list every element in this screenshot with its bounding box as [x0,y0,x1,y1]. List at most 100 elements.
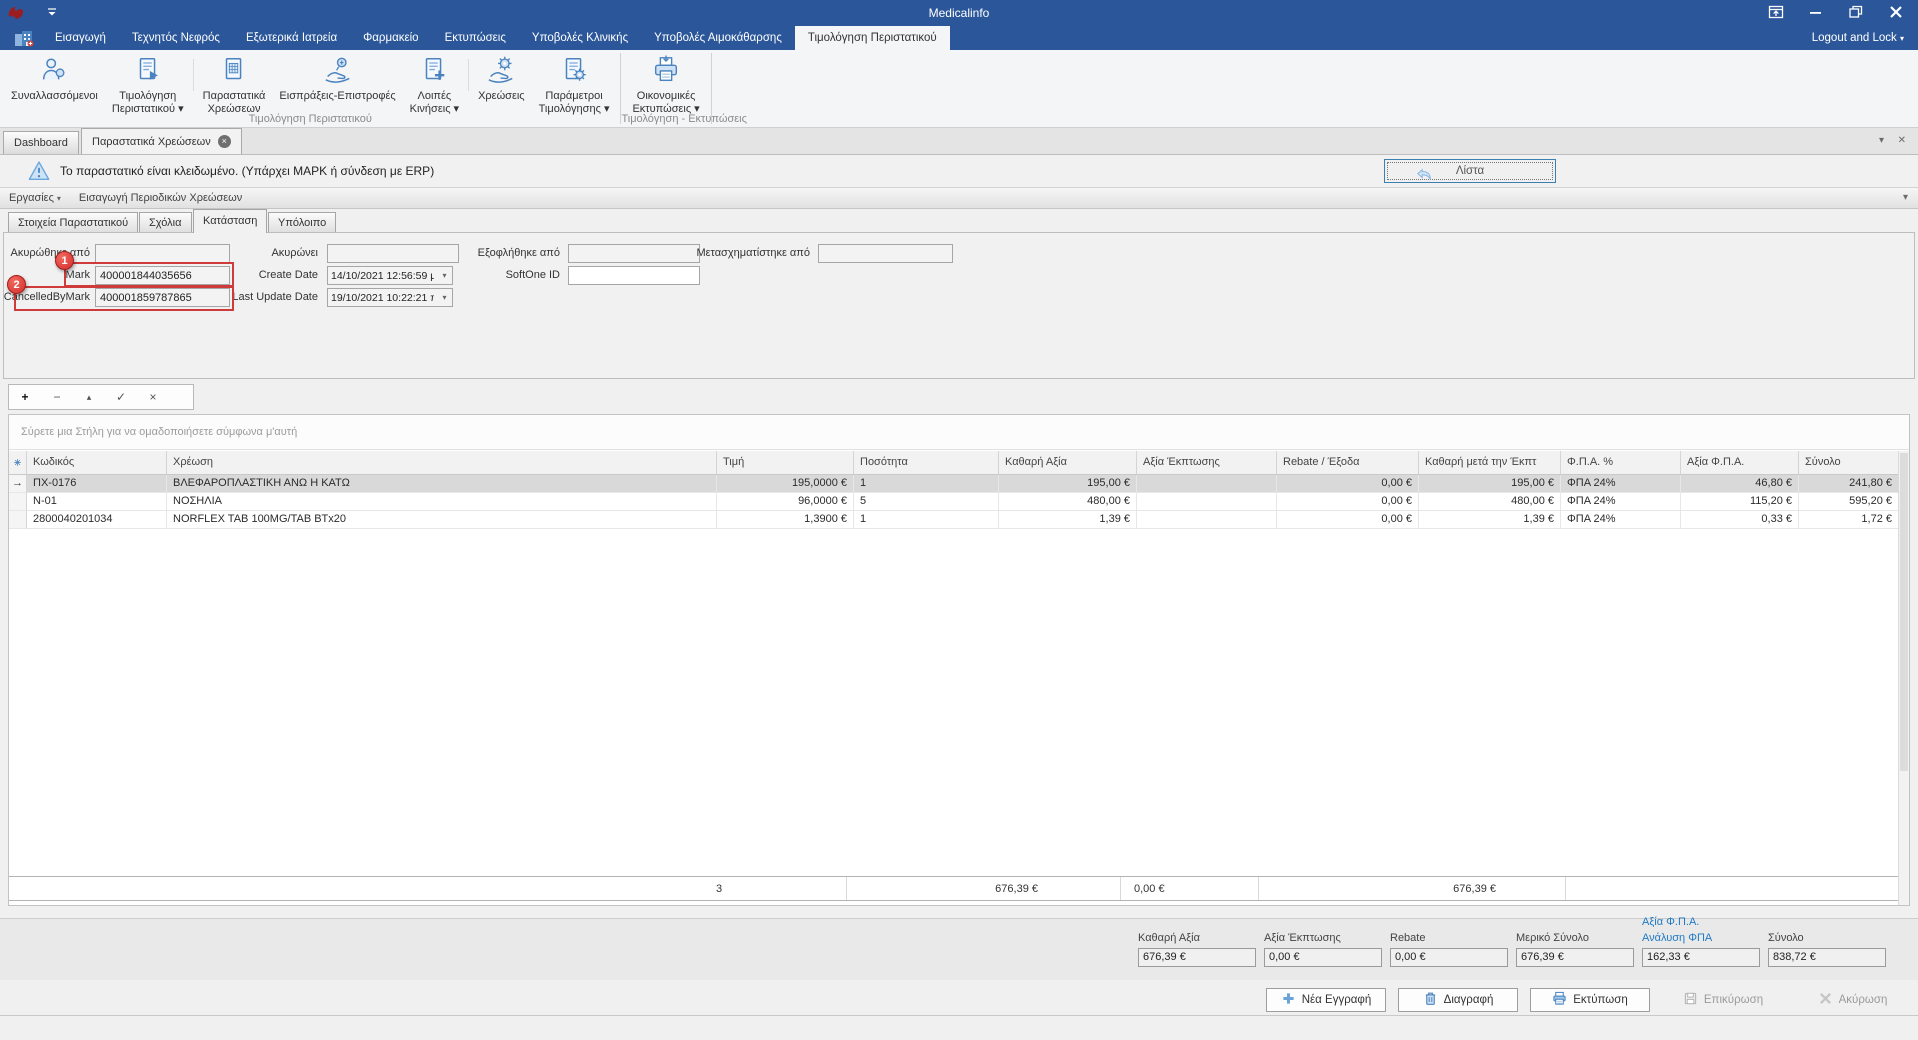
tasks-menu-row: ▾ Εργασίες▾Εισαγωγή Περιοδικών Χρεώσεων [0,188,1918,209]
restore-icon[interactable] [1848,4,1866,22]
dock-window-icon[interactable] [1768,4,1786,22]
sub-tab-Σχόλια[interactable]: Σχόλια [139,212,192,233]
total-label: Rebate [1390,932,1508,945]
menu-tab-Φαρμακείο[interactable]: Φαρμακείο [350,26,431,50]
sub-tab-Υπόλοιπο[interactable]: Υπόλοιπο [268,212,336,233]
column-header-Σύνολο[interactable]: Σύνολο [1799,451,1899,474]
cell: Ν-01 [27,493,167,511]
navigator-append-button[interactable]: + [9,390,41,404]
column-header-Rebate-/-Έξοδα[interactable]: Rebate / Έξοδα [1277,451,1419,474]
paid-from-field[interactable] [568,244,700,263]
table-row[interactable]: Ν-01ΝΟΣΗΛΙΑ96,0000 €5480,00 €0,00 €480,0… [9,493,1899,511]
total-value: 676,39 € [1516,948,1634,967]
ribbon-button-Παράμετροι-Τιμολόγησης[interactable]: Παράμετροι Τιμολόγησης ▾ [532,53,617,118]
list-button[interactable]: Λίστα [1384,159,1556,183]
navigator-cancel-button[interactable]: × [137,390,169,404]
ribbon-button-Εισπράξεις-Επιστροφές[interactable]: Εισπράξεις-Επιστροφές [272,53,402,105]
cell: ΠΧ-0176 [27,475,167,493]
create-date-combo[interactable]: ▾ [327,266,453,285]
cell [1137,493,1277,511]
total-Αξία-Φ-Π-Α-: Αξία Φ.Π.Α.Ανάλυση ΦΠΑ162,33 € [1642,916,1760,967]
column-header-Κωδικός[interactable]: Κωδικός [27,451,167,474]
transformed-from-field[interactable] [818,244,953,263]
last-update-date-combo[interactable]: ▾ [327,288,453,307]
menu-row-dropdown-icon[interactable]: ▾ [1903,192,1908,203]
last-update-date-value[interactable] [328,289,437,306]
ribbon-group: Συναλλασσόμενοι Τιμολόγηση Περιστατικού ▾… [0,50,620,127]
sub-tab-Κατάσταση[interactable]: Κατάσταση [193,209,267,233]
paid-from-label: Εξοφλήθηκε από [478,247,560,259]
ribbon-separator [468,59,469,91]
cancels-field[interactable] [327,244,459,263]
tab-strip-close-icon[interactable]: ✕ [1898,135,1906,146]
create-date-caret-icon[interactable]: ▾ [437,267,452,284]
menu-item-Εισαγωγή-Περιοδικών-Χρεώσεων[interactable]: Εισαγωγή Περιοδικών Χρεώσεων [70,192,251,204]
close-window-icon[interactable] [1888,4,1906,22]
menu-tab-Εξωτερικά Ιατρεία[interactable]: Εξωτερικά Ιατρεία [233,26,350,50]
action-button-label: Επικύρωση [1704,994,1763,1006]
doc-tab-Παραστατικά Χρεώσεων[interactable]: Παραστατικά Χρεώσεων× [81,128,242,154]
ribbon-button-Παραστατικά-Χρεώσεων[interactable]: Παραστατικά Χρεώσεων [196,53,273,118]
ribbon-button-label: Συναλλασσόμενοι [11,90,98,103]
column-header-Ποσότητα[interactable]: Ποσότητα [854,451,999,474]
application-icon[interactable] [14,28,34,48]
ribbon-button-Τιμολόγηση-Περιστατικού[interactable]: Τιμολόγηση Περιστατικού ▾ [105,53,191,118]
titlebar: Medicalinfo [0,0,1918,26]
navigator-delete-button[interactable]: − [41,390,73,404]
menu-tab-Υποβολές Κλινικής[interactable]: Υποβολές Κλινικής [519,26,641,50]
menu-tab-Υποβολές Αιμοκάθαρσης[interactable]: Υποβολές Αιμοκάθαρσης [641,26,795,50]
printer-icon [651,55,681,88]
menu-tab-Εισαγωγή[interactable]: Εισαγωγή [42,26,119,50]
minimize-icon[interactable] [1808,4,1826,22]
navigator-accept-button[interactable]: ✓ [105,390,137,404]
menu-tab-Τεχνητός Νεφρός[interactable]: Τεχνητός Νεφρός [119,26,233,50]
doc-tab-Dashboard[interactable]: Dashboard [3,131,79,154]
table-row[interactable]: 2800040201034NORFLEX TAB 100MG/TAB BTx20… [9,511,1899,529]
last-update-date-caret-icon[interactable]: ▾ [437,289,452,306]
total-label: Σύνολο [1768,932,1886,945]
menu-tab-Τιμολόγηση Περιστατικού[interactable]: Τιμολόγηση Περιστατικού [795,26,950,50]
column-header-Καθαρή-Αξία[interactable]: Καθαρή Αξία [999,451,1137,474]
warning-icon [28,160,50,182]
ribbon-button-Συναλλασσόμενοι[interactable]: Συναλλασσόμενοι [4,53,105,105]
action-button-Νέα-Εγγραφή[interactable]: Νέα Εγγραφή [1266,988,1386,1012]
total-value: 0,00 € [1264,948,1382,967]
create-date-value[interactable] [328,267,437,284]
cell: 0,33 € [1681,511,1799,529]
column-header-Φ.Π.Α.-%[interactable]: Φ.Π.Α. % [1561,451,1681,474]
navigator-edit-button[interactable]: ▴ [73,392,105,403]
cell: ΝΟΣΗΛΙΑ [167,493,717,511]
column-header-Χρέωση[interactable]: Χρέωση [167,451,717,474]
close-tab-icon[interactable]: × [218,135,231,148]
ribbon-button-Λοιπές-Κινήσεις[interactable]: Λοιπές Κινήσεις ▾ [403,53,466,118]
trash-icon [1423,991,1444,1009]
window-title: Medicalinfo [0,0,1918,26]
ribbon-button-Οικονομικές-Εκτυπώσεις[interactable]: Οικονομικές Εκτυπώσεις ▾ [625,53,706,118]
column-header-Καθαρή-μετά-την-Έκπτ[interactable]: Καθαρή μετά την Έκπτ [1419,451,1561,474]
column-header-Αξία-Έκπτωσης[interactable]: Αξία Έκπτωσης [1137,451,1277,474]
menu-tab-Εκτυπώσεις[interactable]: Εκτυπώσεις [432,26,519,50]
softone-id-field[interactable] [568,266,700,285]
action-button-Εκτύπωση[interactable]: Εκτύπωση [1530,988,1650,1012]
action-button-label: Ακύρωση [1839,994,1888,1006]
tab-list-dropdown-icon[interactable]: ▾ [1879,135,1884,146]
logout-button[interactable]: Logout and Lock ▾ [1812,26,1904,50]
column-header-Αξία-Φ.Π.Α.[interactable]: Αξία Φ.Π.Α. [1681,451,1799,474]
menu-item-Εργασίες[interactable]: Εργασίες▾ [0,192,70,204]
softone-id-label: SoftOne ID [506,269,560,281]
total-value: 0,00 € [1390,948,1508,967]
vat-analysis-link-line2[interactable]: Ανάλυση ΦΠΑ [1642,932,1760,945]
ribbon-button-Χρεώσεις[interactable]: Χρεώσεις [471,53,532,105]
column-header-Τιμή[interactable]: Τιμή [717,451,854,474]
grid-vertical-scrollbar[interactable] [1898,451,1909,905]
cancelled-from-label: Ακυρώθηκε από [11,247,90,259]
sub-tab-Στοιχεία-Παραστατικού[interactable]: Στοιχεία Παραστατικού [8,212,138,233]
table-row[interactable]: →ΠΧ-0176ΒΛΕΦΑΡΟΠΛΑΣΤΙΚΗ ΑΝΩ Η ΚΑΤΩ195,00… [9,475,1899,493]
vat-analysis-link[interactable]: Αξία Φ.Π.Α. [1642,916,1760,929]
group-by-panel[interactable]: Σύρετε μια Στήλη για να ομαδοποιήσετε σύ… [9,415,1909,450]
list-button-label: Λίστα [1456,165,1484,177]
action-button-label: Διαγραφή [1444,994,1494,1006]
scrollbar-thumb[interactable] [1900,453,1908,771]
action-button-Διαγραφή[interactable]: Διαγραφή [1398,988,1518,1012]
cancelled-from-field[interactable] [95,244,230,263]
